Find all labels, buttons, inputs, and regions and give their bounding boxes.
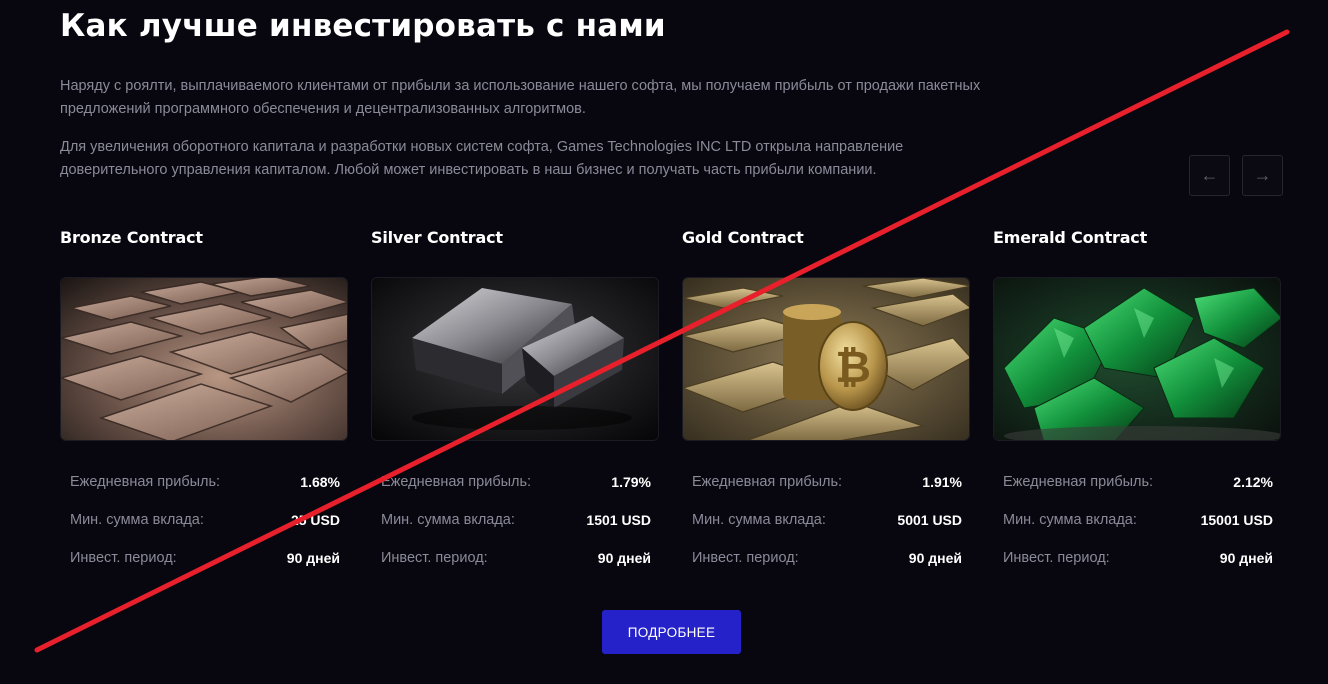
stat-value: 1.79% xyxy=(611,474,651,490)
bronze-bars-image xyxy=(60,277,348,441)
stat-label: Инвест. период: xyxy=(70,550,177,566)
stat-value: 90 дней xyxy=(1219,550,1273,566)
emerald-crystals-image xyxy=(993,277,1281,441)
slider-prev-button[interactable]: ← xyxy=(1189,155,1230,196)
stat-label: Мин. сумма вклада: xyxy=(1003,512,1137,528)
stat-label: Мин. сумма вклада: xyxy=(381,512,515,528)
stat-label: Мин. сумма вклада: xyxy=(692,512,826,528)
stat-daily-profit: Ежедневная прибыль: 2.12% xyxy=(1003,463,1273,501)
stat-value: 90 дней xyxy=(908,550,962,566)
contract-card-silver: Silver Contract Ежедневная прибыль: 1.79… xyxy=(371,227,659,577)
stat-label: Ежедневная прибыль: xyxy=(692,474,843,490)
stat-min-deposit: Мин. сумма вклада: 15001 USD xyxy=(1003,501,1273,539)
section-title: Как лучше инвестировать с нами xyxy=(60,8,666,44)
stat-value: 1501 USD xyxy=(586,512,651,528)
contract-title: Bronze Contract xyxy=(60,228,203,247)
arrow-left-icon: ← xyxy=(1200,165,1219,185)
stat-value: 5001 USD xyxy=(897,512,962,528)
contract-card-bronze: Bronze Contract Ежедневная прибыль: 1.68… xyxy=(60,227,348,577)
contract-card-emerald: Emerald Contract Ежедневная прибыль: 2.1… xyxy=(993,227,1281,577)
stat-value: 1.68% xyxy=(300,474,340,490)
svg-text:₿: ₿ xyxy=(835,342,871,393)
stat-value: 2.12% xyxy=(1233,474,1273,490)
stat-invest-period: Инвест. период: 90 дней xyxy=(70,539,340,577)
stat-value: 90 дней xyxy=(286,550,340,566)
stat-min-deposit: Мин. сумма вклада: 1501 USD xyxy=(381,501,651,539)
stat-invest-period: Инвест. период: 90 дней xyxy=(692,539,962,577)
stat-label: Мин. сумма вклада: xyxy=(70,512,204,528)
slider-next-button[interactable]: → xyxy=(1242,155,1283,196)
stat-min-deposit: Мин. сумма вклада: 25 USD xyxy=(70,501,340,539)
stat-value: 25 USD xyxy=(290,512,340,528)
gold-bars-bitcoin-image: ₿ xyxy=(682,277,970,441)
stat-label: Ежедневная прибыль: xyxy=(1003,474,1154,490)
stat-value: 1.91% xyxy=(922,474,962,490)
stat-label: Ежедневная прибыль: xyxy=(70,474,221,490)
intro-paragraph-1: Наряду с роялти, выплачиваемого клиентам… xyxy=(60,78,981,117)
stat-daily-profit: Ежедневная прибыль: 1.79% xyxy=(381,463,651,501)
stat-daily-profit: Ежедневная прибыль: 1.91% xyxy=(692,463,962,501)
stat-label: Инвест. период: xyxy=(381,550,488,566)
stat-label: Ежедневная прибыль: xyxy=(381,474,532,490)
contract-title: Emerald Contract xyxy=(993,228,1148,247)
stat-value: 90 дней xyxy=(597,550,651,566)
arrow-right-icon: → xyxy=(1253,165,1272,185)
contract-card-gold: Gold Contract ₿ Ежедневная прибыль: 1.91… xyxy=(682,227,970,577)
stat-invest-period: Инвест. период: 90 дней xyxy=(381,539,651,577)
intro-paragraph-2: Для увеличения оборотного капитала и раз… xyxy=(60,139,904,178)
stat-min-deposit: Мин. сумма вклада: 5001 USD xyxy=(692,501,962,539)
contract-title: Gold Contract xyxy=(682,228,804,247)
silver-bars-image xyxy=(371,277,659,441)
stat-daily-profit: Ежедневная прибыль: 1.68% xyxy=(70,463,340,501)
stat-label: Инвест. период: xyxy=(1003,550,1110,566)
stat-value: 15001 USD xyxy=(1200,512,1273,528)
stat-invest-period: Инвест. период: 90 дней xyxy=(1003,539,1273,577)
more-details-button[interactable]: ПОДРОБНЕЕ xyxy=(602,610,741,654)
stat-label: Инвест. период: xyxy=(692,550,799,566)
contract-title: Silver Contract xyxy=(371,228,503,247)
